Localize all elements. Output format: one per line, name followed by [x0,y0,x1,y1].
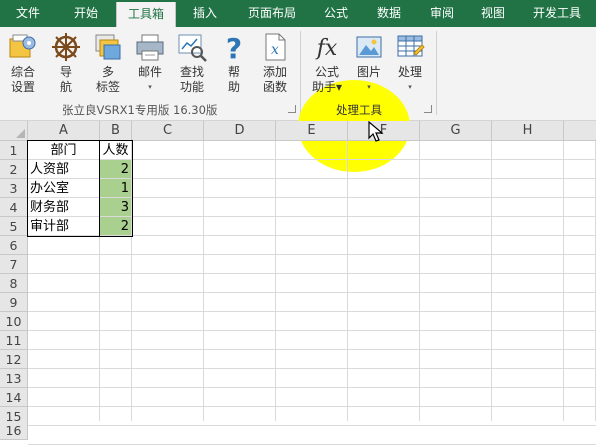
tab-insert[interactable]: 插入 [176,0,234,27]
table-inner-border [99,141,100,236]
ribbon-group-processing: fx 公式 助手▾ 图片 ▾ 处理 ▾ 处理工具 [0,27,596,121]
gridline-v [347,141,348,421]
row-header-10[interactable]: 10 [0,312,28,331]
row-header-5[interactable]: 5 [0,217,28,236]
mouse-cursor-icon [368,121,384,142]
cell-a4[interactable]: 财务部 [28,198,100,217]
row-header-4[interactable]: 4 [0,198,28,217]
cell-a1[interactable]: 部门 [28,141,100,160]
column-header-e[interactable]: E [276,121,348,141]
gridline-h [28,311,596,312]
picture-icon [353,31,385,63]
picture-button[interactable]: 图片 ▾ [352,31,386,95]
tab-toolbox[interactable]: 工具箱 [116,2,176,27]
gridline-v [563,141,564,421]
select-all-corner[interactable] [0,121,28,141]
tab-formulas[interactable]: 公式 [310,0,362,27]
gridline-v [203,141,204,421]
row-header-7[interactable]: 7 [0,255,28,274]
tab-file[interactable]: 文件 [0,0,56,27]
gridline-h [28,425,596,426]
menu-bar: 文件 开始 工具箱 插入 页面布局 公式 数据 审阅 视图 开发工具 [0,0,596,27]
row-header-9[interactable]: 9 [0,293,28,312]
gridline-v [491,141,492,421]
row-header-13[interactable]: 13 [0,369,28,388]
tab-view[interactable]: 视图 [468,0,518,27]
process-dropdown-caret: ▾ [408,83,412,91]
gridline-v [275,141,276,421]
column-header-c[interactable]: C [132,121,204,141]
row-header-12[interactable]: 12 [0,350,28,369]
row-header-8[interactable]: 8 [0,274,28,293]
picture-line1: 图片 [356,65,381,79]
process-button[interactable]: 处理 ▾ [392,31,428,95]
tab-page-layout[interactable]: 页面布局 [234,0,310,27]
column-header-f[interactable]: F [348,121,420,141]
row-header-11[interactable]: 11 [0,331,28,350]
cell-b1[interactable]: 人数 [100,141,132,160]
cell-a5[interactable]: 审计部 [28,217,100,236]
gridline-h [28,254,596,255]
formula-assistant-line2: 助手▾ [311,80,343,94]
cell-a3[interactable]: 办公室 [28,179,100,198]
cell-b5[interactable]: 2 [100,217,132,236]
gridline-h [28,330,596,331]
group-label-processing: 处理工具 [336,103,382,117]
tab-developer[interactable]: 开发工具 [518,0,596,27]
cell-b4[interactable]: 3 [100,198,132,217]
row-header-16[interactable]: 16 [0,421,28,440]
tab-review[interactable]: 审阅 [416,0,468,27]
picture-dropdown-caret: ▾ [367,83,371,91]
row-header-14[interactable]: 14 [0,388,28,407]
row-header-2[interactable]: 2 [0,160,28,179]
cell-b3[interactable]: 1 [100,179,132,198]
formula-assistant-button[interactable]: fx 公式 助手▾ [308,31,346,95]
column-header-g[interactable]: G [420,121,492,141]
gridline-h [28,292,596,293]
column-header-h[interactable]: H [492,121,564,141]
gridline-v [419,141,420,421]
tab-data[interactable]: 数据 [362,0,416,27]
group-separator-2 [436,31,437,115]
fx-icon: fx [311,31,343,63]
column-header-b[interactable]: B [100,121,132,141]
column-header-a[interactable]: A [28,121,100,141]
gridline-h [28,368,596,369]
cell-a2[interactable]: 人资部 [28,160,100,179]
svg-text:fx: fx [315,36,338,61]
table-process-icon [394,31,426,63]
group-launcher-processing[interactable] [424,105,432,113]
column-header-next[interactable] [564,121,596,141]
gridline-h [28,273,596,274]
gridline-h [28,349,596,350]
formula-assistant-line1: 公式 [314,65,339,79]
process-line1: 处理 [397,65,422,79]
gridline-h [28,387,596,388]
tab-home[interactable]: 开始 [56,0,116,27]
row-header-6[interactable]: 6 [0,236,28,255]
column-header-d[interactable]: D [204,121,276,141]
gridline-h [28,406,596,407]
row-header-1[interactable]: 1 [0,141,28,160]
cell-b2[interactable]: 2 [100,160,132,179]
row-header-3[interactable]: 3 [0,179,28,198]
